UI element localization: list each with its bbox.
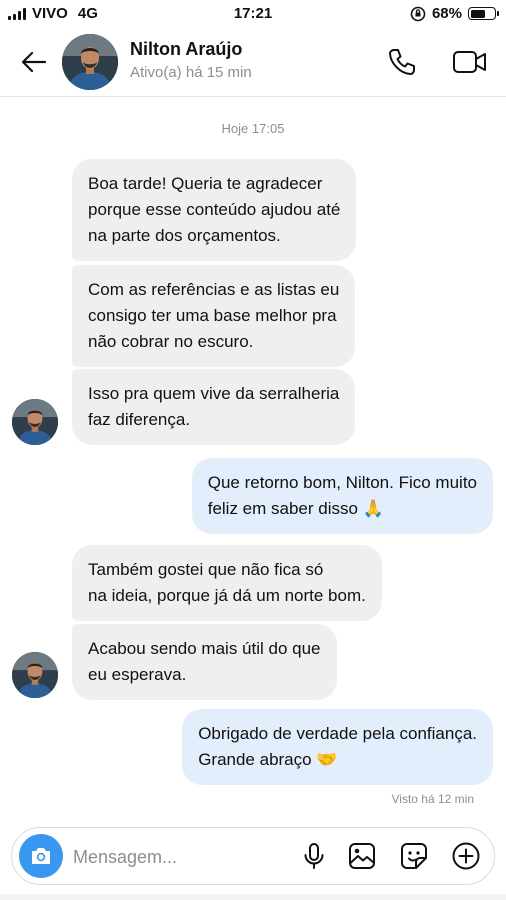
- back-button[interactable]: [18, 46, 50, 78]
- contact-name[interactable]: Nilton Araújo: [130, 39, 242, 60]
- video-call-button[interactable]: [450, 44, 490, 80]
- message-bubble[interactable]: Isso pra quem vive da serralheria faz di…: [72, 369, 356, 445]
- message-line: feliz em saber disso 🙏: [207, 499, 384, 518]
- orientation-lock-icon: [410, 6, 426, 21]
- message-line: Também gostei que não fica só: [88, 560, 324, 579]
- avatar-photo: [12, 652, 58, 698]
- message-line: Com as referências e as listas eu: [88, 280, 340, 299]
- message-line: faz diferença.: [88, 410, 191, 429]
- message-line: porque esse conteúdo ajudou até: [88, 200, 341, 219]
- message-line: eu esperava.: [88, 665, 187, 684]
- home-indicator: [0, 894, 506, 900]
- message-line: Grande abraço 🤝: [198, 750, 338, 769]
- message-composer: [11, 827, 495, 885]
- status-bar: VIVO 4G 17:21 68%: [0, 0, 506, 30]
- battery-icon: [468, 7, 499, 20]
- avatar-photo: [12, 399, 58, 445]
- message-input[interactable]: [73, 844, 283, 870]
- message-line: Que retorno bom, Nilton. Fico muito: [207, 473, 477, 492]
- message-avatar[interactable]: [12, 652, 58, 698]
- message-bubble[interactable]: Também gostei que não fica só na ideia, …: [72, 545, 382, 621]
- gallery-icon: [349, 843, 375, 869]
- sticker-button[interactable]: [399, 841, 429, 871]
- back-arrow-icon: [21, 51, 47, 73]
- message-line: na ideia, porque já dá um norte bom.: [88, 586, 366, 605]
- camera-button[interactable]: [19, 834, 63, 878]
- message-avatar[interactable]: [12, 399, 58, 445]
- phone-icon: [389, 49, 415, 75]
- video-camera-icon: [453, 51, 486, 73]
- microphone-icon: [304, 843, 324, 869]
- gallery-button[interactable]: [347, 841, 377, 871]
- message-line: Acabou sendo mais útil do que: [88, 639, 321, 658]
- sticker-icon: [401, 843, 427, 869]
- voice-call-button[interactable]: [384, 44, 420, 80]
- avatar[interactable]: [62, 34, 118, 90]
- message-bubble[interactable]: Acabou sendo mais útil do que eu esperav…: [72, 624, 337, 700]
- message-bubble[interactable]: Com as referências e as listas eu consig…: [72, 265, 356, 367]
- plus-icon: [452, 842, 480, 870]
- camera-icon: [32, 848, 50, 864]
- message-line: Isso pra quem vive da serralheria: [88, 384, 340, 403]
- more-options-button[interactable]: [451, 841, 481, 871]
- date-divider: Hoje 17:05: [221, 121, 285, 136]
- message-bubble[interactable]: Que retorno bom, Nilton. Fico muito feli…: [191, 458, 493, 534]
- message-line: Obrigado de verdade pela confiança.: [198, 724, 477, 743]
- message-bubble[interactable]: Obrigado de verdade pela confiança. Gran…: [182, 709, 493, 785]
- message-bubble[interactable]: Boa tarde! Queria te agradecer porque es…: [72, 159, 357, 261]
- voice-message-button[interactable]: [299, 841, 329, 871]
- battery-percent: 68%: [431, 5, 462, 22]
- seen-status: Visto há 12 min: [391, 792, 475, 806]
- avatar-photo: [62, 34, 118, 90]
- message-line: na parte dos orçamentos.: [88, 226, 281, 245]
- message-line: consigo ter uma base melhor pra: [88, 306, 337, 325]
- message-line: Boa tarde! Queria te agradecer: [88, 174, 323, 193]
- message-line: não cobrar no escuro.: [88, 332, 254, 351]
- chat-header: Nilton Araújo Ativo(a) há 15 min: [0, 30, 506, 97]
- contact-status: Ativo(a) há 15 min: [130, 64, 252, 81]
